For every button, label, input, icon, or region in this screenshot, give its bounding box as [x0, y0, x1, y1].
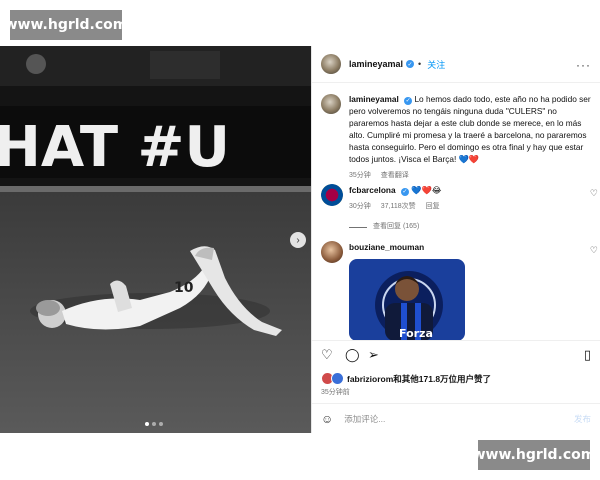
comment-time: 30分钟 — [349, 203, 371, 210]
commenter-avatar[interactable] — [321, 241, 343, 263]
like-icon[interactable]: ♡ — [321, 347, 333, 363]
post-time: 35分钟前 — [321, 389, 350, 396]
post-photo-image: HAT #U 10 — [0, 46, 311, 433]
comment-icon[interactable]: ◯ — [345, 347, 360, 363]
jersey-number: 10 — [174, 280, 194, 296]
share-icon[interactable]: ➢ — [368, 347, 379, 363]
like-comment-icon[interactable]: ♡ — [590, 188, 598, 199]
author-username[interactable]: lamineyamal — [349, 59, 403, 69]
translate-link[interactable]: 查看翻译 — [381, 172, 409, 179]
banner-text: HAT #U — [0, 115, 230, 180]
carousel-dot — [159, 422, 163, 426]
caption-meta: 35分钟 查看翻译 — [349, 170, 596, 182]
carousel-next-icon[interactable]: › — [290, 232, 306, 248]
comment-text: 💙❤️😂 — [411, 185, 442, 195]
comment-item: bouziane_mouman Forza ♡ — [321, 241, 598, 341]
verified-icon: ✓ — [406, 60, 415, 68]
post-photo: HAT #U 10 › — [0, 46, 311, 433]
watermark-top: www.hgrld.com — [5, 10, 127, 40]
liker-avatar — [331, 372, 344, 385]
view-replies[interactable]: 查看回复 (165) — [349, 221, 596, 233]
carousel-dot — [145, 422, 149, 426]
comment-meta: 30分钟 37,118次赞 回复 — [349, 201, 596, 213]
comment-image-graphic: Forza — [349, 259, 465, 341]
watermark-bottom: www.hgrld.com — [473, 440, 595, 470]
caption-avatar[interactable] — [321, 94, 341, 114]
post-comment-button[interactable]: 发布 — [574, 413, 591, 425]
add-comment-bar: ☺ 添加评论... 发布 — [312, 403, 600, 434]
instagram-post: HAT #U 10 › lamineyamal ✓ • 关注 ··· lamin… — [0, 46, 600, 433]
likes-text: fabriziorom和其他171.8万位用户赞了 — [347, 373, 492, 384]
comment-username[interactable]: bouziane_mouman — [349, 242, 424, 252]
save-icon[interactable]: ▯ — [584, 347, 591, 363]
carousel-dots — [145, 422, 163, 426]
fcbarcelona-avatar[interactable] — [321, 184, 343, 206]
comment-image-text: Forza — [399, 327, 433, 340]
caption-username[interactable]: lamineyamal — [349, 94, 399, 104]
reply-button[interactable]: 回复 — [426, 203, 440, 210]
liker-avatars — [321, 372, 344, 385]
carousel-dot — [152, 422, 156, 426]
more-options-icon[interactable]: ··· — [576, 58, 591, 72]
comment-input[interactable]: 添加评论... — [344, 413, 574, 425]
author-avatar[interactable] — [321, 54, 341, 74]
replies-line — [349, 226, 367, 228]
like-comment-icon[interactable]: ♡ — [590, 245, 598, 256]
comment-image[interactable]: Forza — [349, 259, 465, 341]
view-replies-label[interactable]: 查看回复 (165) — [373, 221, 419, 233]
post-header: lamineyamal ✓ • 关注 ··· — [312, 46, 600, 83]
comment-username[interactable]: fcbarcelona — [349, 185, 396, 195]
caption-time: 35分钟 — [349, 172, 371, 179]
post-caption: lamineyamal ✓ Lo hemos dado todo, este a… — [321, 93, 596, 182]
comment-likes[interactable]: 37,118次赞 — [381, 203, 416, 210]
verified-icon: ✓ — [404, 97, 413, 105]
post-sidebar: lamineyamal ✓ • 关注 ··· lamineyamal ✓ Lo … — [311, 46, 600, 433]
verified-icon: ✓ — [400, 188, 409, 196]
post-actions: ♡ ◯ ➢ ▯ — [312, 340, 600, 365]
caption-text: Lo hemos dado todo, este año no ha podid… — [349, 94, 591, 164]
emoji-icon[interactable]: ☺ — [321, 412, 333, 426]
comment-item: fcbarcelona ✓ 💙❤️😂 30分钟 37,118次赞 回复 查看回复… — [321, 184, 598, 233]
likes-summary[interactable]: fabriziorom和其他171.8万位用户赞了 — [321, 372, 491, 385]
header-separator: • — [418, 59, 422, 69]
follow-button[interactable]: 关注 — [427, 58, 445, 71]
